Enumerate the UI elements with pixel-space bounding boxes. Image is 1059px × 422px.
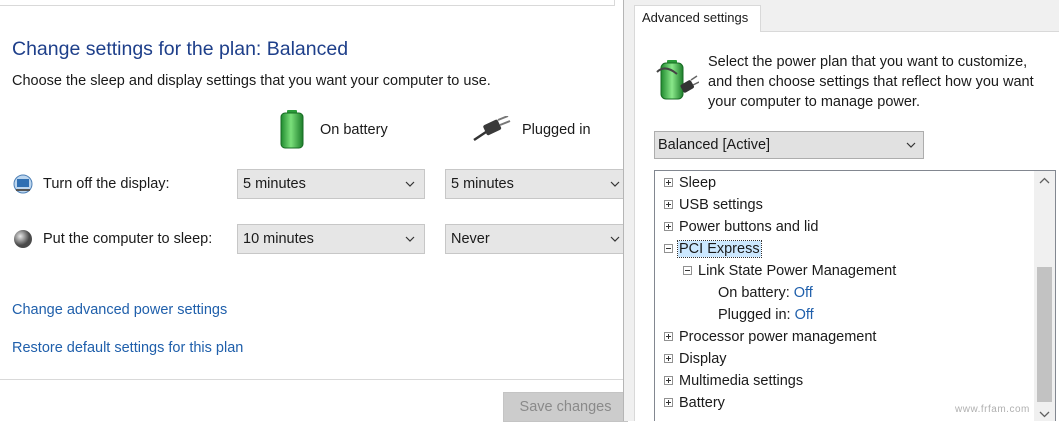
top-separator: [614, 0, 615, 5]
tree-item-sleep[interactable]: Sleep: [663, 172, 716, 194]
footer-divider: [0, 379, 625, 380]
sleep-plugged-select[interactable]: Never: [445, 224, 630, 254]
advanced-power-settings-link[interactable]: Change advanced power settings: [12, 302, 227, 318]
chevron-down-icon: [405, 181, 415, 187]
on-battery-header: On battery: [320, 122, 388, 138]
power-plan-icon: [656, 60, 699, 100]
tree-item-link-state[interactable]: Link State Power Management: [682, 260, 896, 282]
restore-defaults-link[interactable]: Restore default settings for this plan: [12, 340, 243, 356]
expand-icon[interactable]: [664, 178, 673, 187]
display-battery-select[interactable]: 5 minutes: [237, 169, 425, 199]
collapse-icon[interactable]: [683, 266, 692, 275]
expand-icon[interactable]: [664, 354, 673, 363]
sleep-battery-select[interactable]: 10 minutes: [237, 224, 425, 254]
chevron-down-icon: [906, 142, 916, 148]
expand-icon[interactable]: [664, 332, 673, 341]
tab-advanced-settings[interactable]: Advanced settings: [634, 5, 761, 32]
tree-item-multimedia[interactable]: Multimedia settings: [663, 370, 803, 392]
expand-icon[interactable]: [664, 398, 673, 407]
battery-icon: [280, 110, 304, 149]
chevron-down-icon: [610, 236, 620, 242]
on-battery-value[interactable]: Off: [794, 285, 813, 301]
expand-icon[interactable]: [664, 222, 673, 231]
power-options-dialog: Advanced settings Select the power plan …: [623, 0, 1059, 421]
save-changes-button[interactable]: Save changes: [503, 392, 628, 422]
top-divider: [0, 0, 615, 6]
chevron-down-icon: [610, 181, 620, 187]
sleep-battery-value: 10 minutes: [243, 231, 314, 247]
watermark: www.frfam.com: [955, 404, 1030, 415]
display-timeout-label: Turn off the display:: [43, 176, 170, 192]
tree-item-usb-settings[interactable]: USB settings: [663, 194, 763, 216]
scrollbar-thumb[interactable]: [1037, 267, 1052, 402]
power-plan-select[interactable]: Balanced [Active]: [654, 131, 924, 159]
tree-scrollbar[interactable]: [1034, 171, 1055, 421]
scroll-up-icon[interactable]: [1039, 176, 1050, 187]
tree-item-power-buttons[interactable]: Power buttons and lid: [663, 216, 818, 238]
page-subtitle: Choose the sleep and display settings th…: [12, 73, 491, 89]
selected-tree-label: PCI Express: [677, 240, 762, 258]
moon-icon: [14, 230, 32, 248]
display-plugged-select[interactable]: 5 minutes: [445, 169, 630, 199]
display-plugged-value: 5 minutes: [451, 176, 514, 192]
chevron-down-icon: [405, 236, 415, 242]
plug-icon: [473, 116, 511, 142]
tree-item-plugged-in[interactable]: Plugged in: Off: [718, 304, 814, 326]
sleep-timeout-label: Put the computer to sleep:: [43, 231, 213, 247]
sleep-plugged-value: Never: [451, 231, 490, 247]
plugged-in-value[interactable]: Off: [795, 307, 814, 323]
collapse-icon[interactable]: [664, 244, 673, 253]
display-battery-value: 5 minutes: [243, 176, 306, 192]
edit-plan-settings-panel: Change settings for the plan: Balanced C…: [0, 0, 630, 422]
power-plan-value: Balanced [Active]: [658, 137, 771, 153]
tree-item-battery[interactable]: Battery: [663, 392, 725, 414]
plugged-in-header: Plugged in: [522, 122, 591, 138]
page-title: Change settings for the plan: Balanced: [12, 38, 349, 60]
tree-item-processor[interactable]: Processor power management: [663, 326, 876, 348]
settings-tree[interactable]: Sleep USB settings Power buttons and lid…: [654, 170, 1056, 421]
tree-item-display[interactable]: Display: [663, 348, 727, 370]
tree-item-pci-express[interactable]: PCI Express: [663, 238, 762, 260]
tree-item-on-battery[interactable]: On battery: Off: [718, 282, 813, 304]
scroll-down-icon[interactable]: [1039, 408, 1050, 419]
dialog-intro-text: Select the power plan that you want to c…: [708, 54, 1034, 110]
expand-icon[interactable]: [664, 200, 673, 209]
monitor-icon: [13, 174, 33, 194]
expand-icon[interactable]: [664, 376, 673, 385]
